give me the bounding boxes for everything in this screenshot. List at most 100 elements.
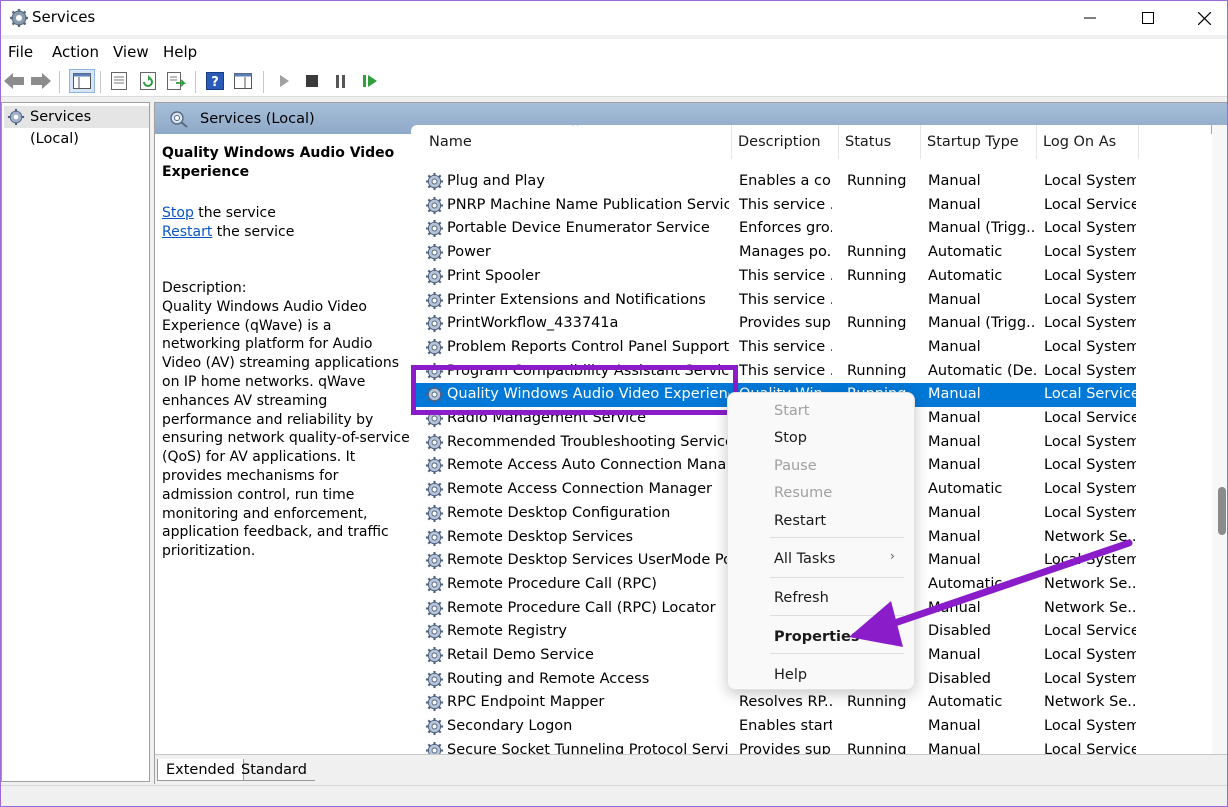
service-gear-icon — [425, 386, 444, 404]
service-gear-icon — [425, 362, 444, 380]
cell-log-on-as: Local System — [1044, 718, 1136, 735]
cell-name: Quality Windows Audio Video Experience — [447, 386, 729, 403]
vertical-scrollbar[interactable] — [1212, 125, 1227, 754]
extended-description-panel: Quality Windows Audio Video Experience S… — [155, 134, 411, 754]
cell-name: Power — [447, 244, 491, 261]
cell-description: Resolves RP... — [739, 694, 832, 711]
cell-name: Remote Desktop Services — [447, 528, 634, 545]
submenu-chevron-icon: › — [890, 549, 895, 563]
maximize-button[interactable] — [1125, 1, 1171, 35]
restart-service-link[interactable]: Restart — [162, 224, 212, 240]
menu-separator — [770, 615, 904, 616]
console-tree-button[interactable] — [69, 69, 95, 93]
minimize-button[interactable] — [1067, 1, 1113, 35]
tab-extended[interactable]: Extended — [157, 759, 244, 781]
table-row[interactable]: PrintWorkflow_433741a Provides sup... Runn… — [411, 312, 1136, 336]
stop-service-button[interactable] — [301, 70, 323, 92]
help-toolbar-button[interactable]: ? — [204, 70, 226, 92]
cell-status: Running — [847, 173, 907, 189]
cell-name: Remote Desktop Services UserMode Port ..… — [447, 552, 729, 569]
refresh-toolbar-button[interactable] — [137, 70, 159, 92]
cell-startup-type: Manual — [928, 504, 981, 521]
context-menu: › Start Stop Pause Resume Restart All Tasks Re… — [727, 392, 915, 690]
cell-log-on-as: Local System — [1044, 433, 1136, 450]
menu-separator — [770, 653, 904, 654]
column-header-startup-type[interactable]: Startup Type — [921, 125, 1037, 159]
table-row[interactable]: Print Spooler This service ... Running Auto… — [411, 265, 1136, 289]
play-icon — [280, 75, 289, 87]
table-row[interactable]: PNRP Machine Name Publication Service Thi… — [411, 194, 1136, 218]
cell-name: Portable Device Enumerator Service — [447, 220, 710, 237]
forward-button[interactable] — [30, 70, 52, 92]
pane-header-title: Services (Local) — [200, 111, 315, 127]
ctx-refresh-menu-item[interactable]: Refresh — [774, 590, 829, 606]
menu-separator — [770, 577, 904, 578]
cell-startup-type: Manual — [928, 291, 981, 308]
service-gear-icon — [425, 433, 444, 451]
ctx-all-tasks-menu-item[interactable]: All Tasks — [774, 551, 835, 567]
menu-file[interactable]: File — [8, 43, 33, 61]
toolbar-separator — [59, 71, 60, 93]
services-gear-icon — [7, 108, 25, 126]
column-header-description[interactable]: Description — [732, 125, 839, 159]
properties-toolbar-button[interactable] — [108, 70, 130, 92]
sort-caret-icon: ^ — [571, 125, 580, 133]
cell-startup-type: Manual — [928, 457, 981, 474]
ctx-help-menu-item[interactable]: Help — [774, 667, 807, 683]
stop-suffix: the service — [193, 205, 276, 221]
cell-name: Printer Extensions and Notifications — [447, 291, 706, 308]
stop-service-link[interactable]: Stop — [162, 205, 194, 221]
restart-play-icon — [363, 75, 377, 87]
export-list-button[interactable] — [165, 70, 187, 92]
table-row[interactable]: Plug and Play Enables a co... Running Manua… — [411, 170, 1136, 194]
main-pane: Services (Local) Quality Windows Audio V… — [154, 102, 1227, 785]
ctx-restart-menu-item[interactable]: Restart — [774, 513, 826, 529]
pause-icon — [336, 74, 345, 88]
table-row[interactable]: Portable Device Enumerator Service Enforc… — [411, 217, 1136, 241]
table-row[interactable]: Power Manages po... Running Automatic Local … — [411, 241, 1136, 265]
service-gear-icon — [425, 315, 444, 333]
cell-description: Enforces gro... — [739, 220, 832, 237]
menu-help[interactable]: Help — [163, 43, 197, 61]
cell-log-on-as: Local System — [1044, 244, 1136, 261]
table-row[interactable]: Printer Extensions and Notifications This… — [411, 289, 1136, 313]
cell-description: Manages po... — [739, 244, 832, 261]
column-header-log-on-as[interactable]: Log On As — [1037, 125, 1139, 159]
cell-log-on-as: Local Service — [1044, 623, 1136, 640]
close-button[interactable] — [1181, 1, 1227, 35]
restart-service-button[interactable] — [359, 70, 381, 92]
cell-name: Remote Desktop Configuration — [447, 504, 671, 521]
table-row[interactable]: Program Compatibility Assistant Service T… — [411, 360, 1136, 384]
start-service-button[interactable] — [273, 70, 295, 92]
table-row[interactable]: Secure Socket Tunneling Protocol Service… — [411, 739, 1136, 754]
toolbar-separator — [100, 71, 101, 93]
toolbar-separator — [195, 71, 196, 93]
column-header-name[interactable]: ^ Name — [411, 125, 732, 159]
ctx-stop-menu-item[interactable]: Stop — [774, 430, 807, 446]
cell-log-on-as: Local Service — [1044, 386, 1136, 403]
cell-log-on-as: Local System — [1044, 504, 1136, 521]
cell-name: RPC Endpoint Mapper — [447, 694, 605, 711]
table-row[interactable]: RPC Endpoint Mapper Resolves RP... Running… — [411, 691, 1136, 715]
cell-startup-type: Automatic — [928, 267, 1003, 284]
tree-item-label: Services (Local) — [30, 109, 92, 147]
cell-startup-type: Manual — [928, 528, 981, 545]
cell-description: This service ... — [739, 338, 832, 355]
table-row[interactable]: Problem Reports Control Panel Support Thi… — [411, 336, 1136, 360]
cell-name: Secondary Logon — [447, 718, 573, 735]
show-hide-action-pane-button[interactable] — [232, 70, 254, 92]
cell-name: Remote Procedure Call (RPC) Locator — [447, 599, 716, 616]
tree-item-services-local[interactable]: Services (Local) — [4, 106, 149, 147]
back-button[interactable] — [3, 70, 25, 92]
service-gear-icon — [425, 528, 444, 546]
table-row[interactable]: Secondary Logon Enables start... Manual Loc… — [411, 715, 1136, 739]
ctx-properties-menu-item[interactable]: Properties — [774, 629, 859, 645]
scrollbar-thumb[interactable] — [1218, 487, 1226, 535]
column-header-status[interactable]: Status — [839, 125, 921, 159]
tab-standard[interactable]: Standard — [233, 759, 315, 781]
cell-log-on-as: Local System — [1044, 481, 1136, 498]
menu-view[interactable]: View — [113, 43, 149, 61]
svg-text:?: ? — [211, 75, 219, 90]
menu-action[interactable]: Action — [52, 43, 99, 61]
pause-service-button[interactable] — [330, 70, 352, 92]
